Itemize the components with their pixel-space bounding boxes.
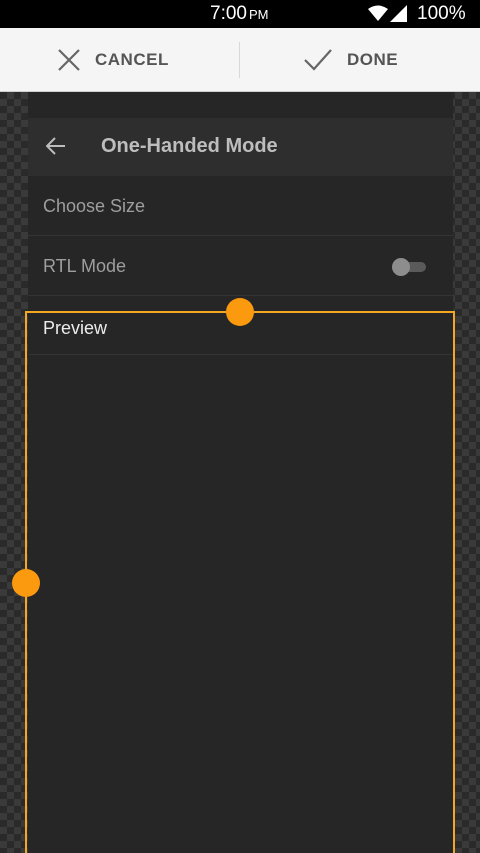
choose-size-label: Choose Size [43,196,146,216]
status-bar: 7:00 PM 100% [0,0,480,28]
rtl-mode-row[interactable]: RTL Mode [28,236,453,296]
rtl-mode-toggle[interactable] [392,258,426,276]
wifi-icon [368,5,388,21]
action-bar: CANCEL DONE [0,28,480,92]
signal-icon [390,5,407,22]
resize-handle-left[interactable] [12,569,40,597]
done-button[interactable]: DONE [303,28,398,92]
ampm-text: PM [248,7,269,22]
action-divider [239,42,240,78]
screen: 7:00 PM 100% CANCEL DONE One-Handed Mode… [0,0,480,853]
done-label: DONE [347,50,399,69]
check-icon [304,49,332,71]
choose-size-row[interactable]: Choose Size [28,176,453,236]
rtl-mode-label: RTL Mode [43,256,127,276]
status-time: 7:00 PM [210,4,268,25]
battery-percent: 100% [417,3,466,24]
resize-handle-top[interactable] [226,298,254,326]
cancel-button[interactable]: CANCEL [57,28,169,92]
arrow-left-icon[interactable] [46,137,66,155]
close-icon [58,49,80,71]
resize-selection-frame [25,311,455,853]
panel-header: One-Handed Mode [28,118,453,176]
toggle-thumb [392,258,410,276]
cancel-label: CANCEL [95,50,169,69]
time-text: 7:00 [210,3,247,24]
page-title: One-Handed Mode [101,135,278,157]
